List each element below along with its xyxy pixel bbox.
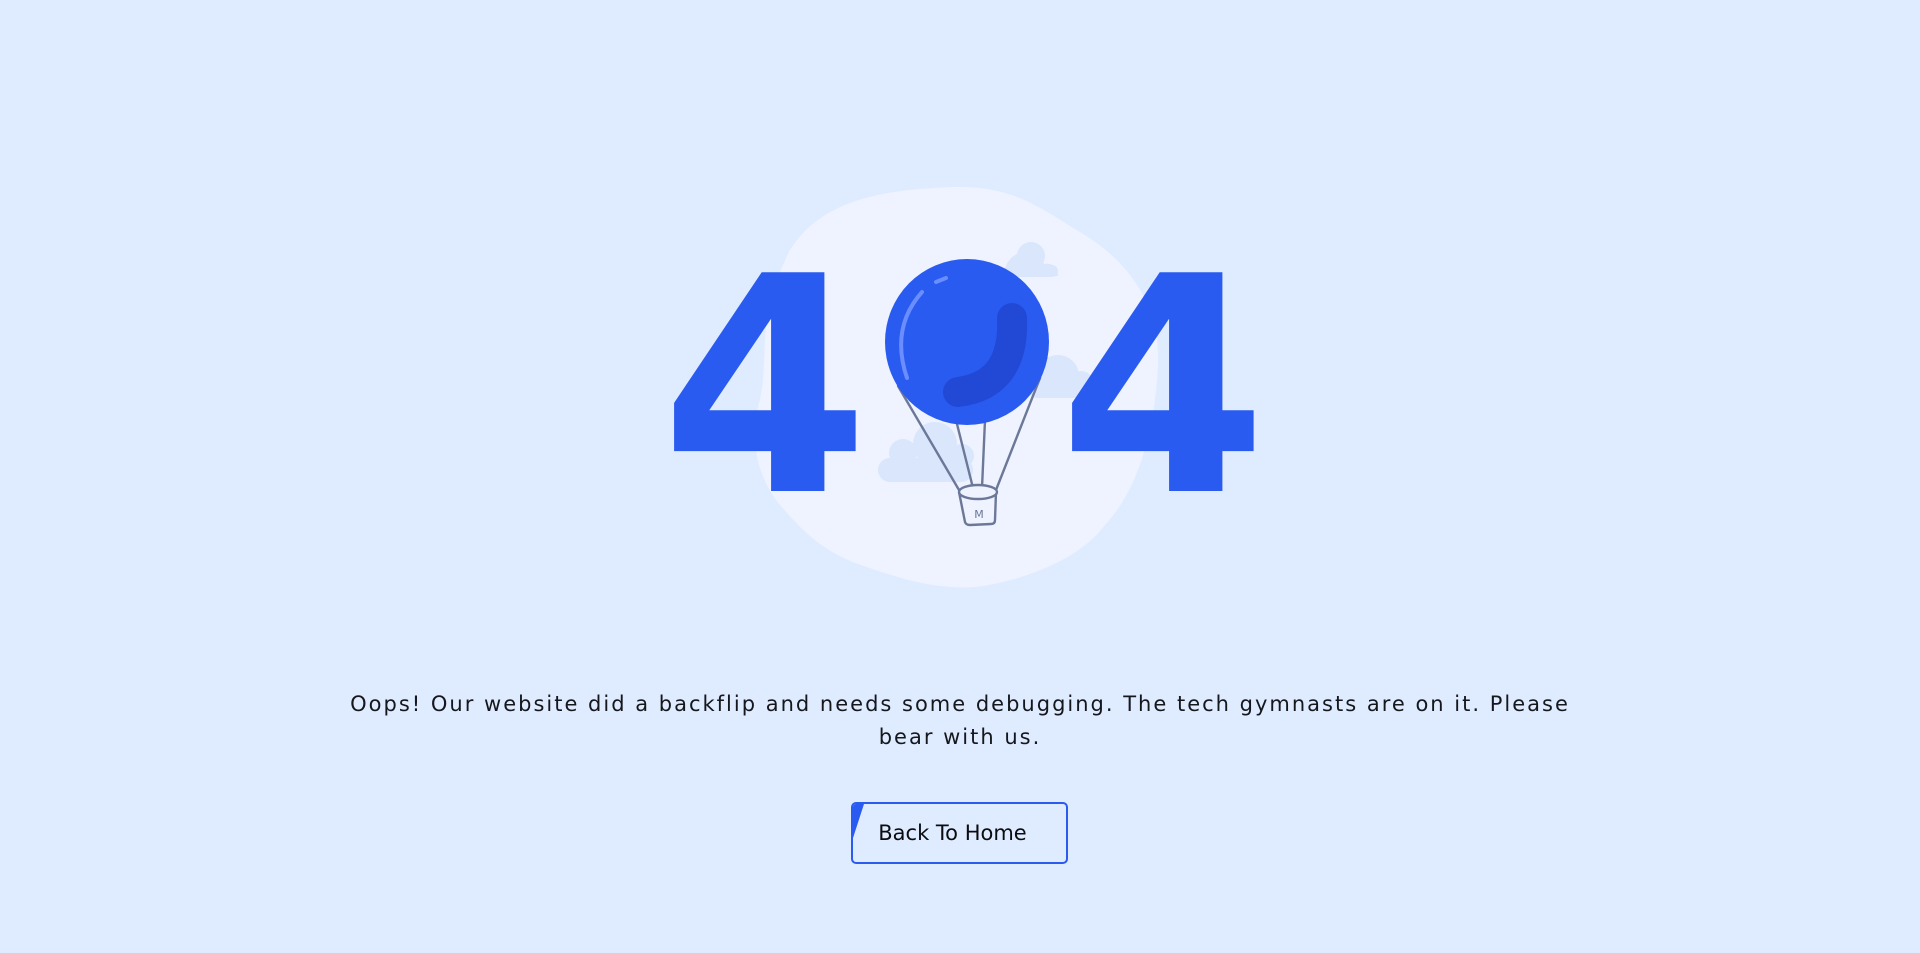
button-corner-accent xyxy=(853,804,864,838)
hot-air-balloon-icon xyxy=(885,259,1049,425)
error-404-page: 4 4 M Oops! Our website did a backflip a… xyxy=(0,0,1920,953)
basket-logo: M xyxy=(974,508,984,521)
digit-four-left: 4 xyxy=(661,213,870,562)
error-message: Oops! Our website did a backflip and nee… xyxy=(350,692,1570,749)
back-to-home-label: Back To Home xyxy=(878,821,1027,845)
back-to-home-button[interactable]: Back To Home xyxy=(851,802,1068,864)
digit-four-right: 4 xyxy=(1059,213,1268,562)
